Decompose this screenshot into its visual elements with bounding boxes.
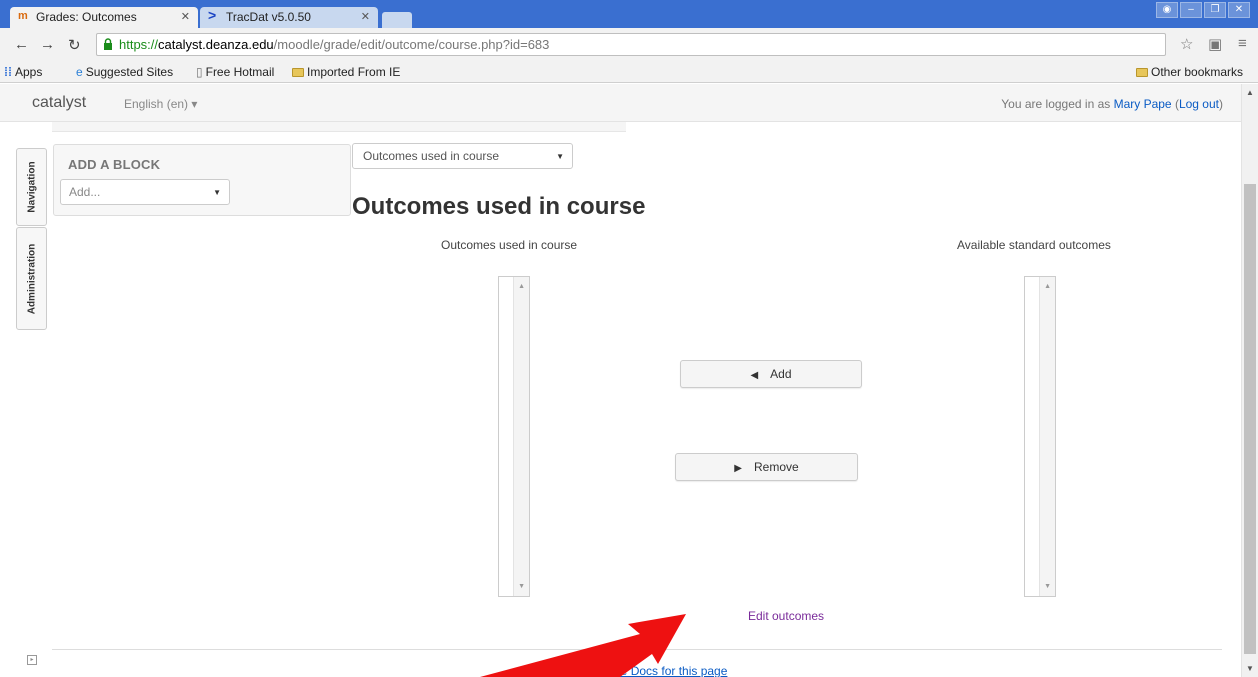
window-controls: ◉ – ❐ ✕ bbox=[1156, 2, 1250, 18]
dock-toggle-icon[interactable]: ▸ bbox=[27, 655, 37, 665]
scrollbar-thumb[interactable] bbox=[1244, 184, 1256, 654]
dock-navigation-tab[interactable]: Navigation bbox=[16, 148, 47, 226]
page-viewport: catalyst English (en) ▾ You are logged i… bbox=[0, 84, 1241, 677]
red-annotation-arrow bbox=[480, 614, 686, 677]
ie-icon: e bbox=[76, 65, 83, 79]
used-outcomes-label: Outcomes used in course bbox=[441, 238, 578, 252]
page-title: Outcomes used in course bbox=[352, 193, 646, 220]
back-icon[interactable]: ← bbox=[14, 36, 29, 53]
close-icon[interactable]: ✕ bbox=[181, 10, 190, 23]
caret-down-icon: ▼ bbox=[213, 188, 221, 197]
reload-icon[interactable]: ↻ bbox=[68, 36, 81, 54]
listbox-scrollbar[interactable] bbox=[1039, 277, 1055, 596]
bookmark-suggested-sites[interactable]: e Suggested Sites bbox=[76, 65, 173, 79]
available-outcomes-label: Available standard outcomes bbox=[957, 238, 1111, 252]
folder-icon bbox=[1136, 68, 1148, 77]
add-block-select[interactable]: Add... ▼ bbox=[60, 179, 230, 205]
url-scheme: https:// bbox=[119, 37, 159, 52]
bookmark-imported-from-ie[interactable]: Imported From IE bbox=[292, 65, 400, 79]
edit-outcomes-link[interactable]: Edit outcomes bbox=[748, 609, 824, 623]
scroll-down-icon[interactable]: ▼ bbox=[1044, 583, 1051, 590]
remove-outcome-button[interactable]: ▶ Remove bbox=[675, 453, 858, 481]
user-profile-link[interactable]: Mary Pape bbox=[1114, 97, 1172, 111]
tab-tracdat[interactable]: > TracDat v5.0.50 ✕ bbox=[200, 7, 378, 28]
folder-icon bbox=[292, 68, 304, 77]
close-icon[interactable]: ✕ bbox=[361, 10, 370, 23]
scroll-down-icon[interactable]: ▼ bbox=[1246, 664, 1254, 673]
caret-down-icon: ▼ bbox=[556, 152, 564, 161]
url-path: /moodle/grade/edit/outcome/course.php?id… bbox=[273, 37, 550, 52]
moodle-favicon-icon: m bbox=[18, 10, 28, 22]
new-tab-button[interactable] bbox=[382, 12, 412, 28]
listbox-scrollbar[interactable] bbox=[513, 277, 529, 596]
moodle-navbar: catalyst English (en) ▾ You are logged i… bbox=[0, 84, 1241, 122]
scroll-down-icon[interactable]: ▼ bbox=[518, 583, 525, 590]
bookmark-free-hotmail[interactable]: ▯ Free Hotmail bbox=[196, 65, 274, 79]
minimize-icon[interactable]: – bbox=[1180, 2, 1202, 18]
bookmark-apps[interactable]: ⁞⁞ Apps bbox=[4, 65, 42, 79]
arrow-right-icon: ▶ bbox=[734, 463, 742, 474]
site-brand[interactable]: catalyst bbox=[32, 94, 86, 112]
block-title: ADD A BLOCK bbox=[68, 157, 161, 172]
lock-icon bbox=[104, 38, 112, 50]
scroll-up-icon[interactable]: ▲ bbox=[1246, 88, 1254, 97]
close-window-icon[interactable]: ✕ bbox=[1228, 2, 1250, 18]
arrow-left-icon: ◀ bbox=[750, 370, 759, 381]
address-bar[interactable]: https://catalyst.deanza.edu/moodle/grade… bbox=[96, 33, 1166, 56]
extension-icon[interactable]: ▣ bbox=[1208, 35, 1222, 53]
add-block-panel: ADD A BLOCK Add... ▼ bbox=[53, 144, 351, 216]
tab-grades-outcomes[interactable]: m Grades: Outcomes ✕ bbox=[10, 7, 198, 28]
used-outcomes-listbox[interactable]: ▲ ▼ bbox=[498, 276, 530, 597]
language-menu[interactable]: English (en) ▾ bbox=[124, 97, 197, 111]
browser-toolbar: ← → ↻ https://catalyst.deanza.edu/moodle… bbox=[0, 28, 1258, 63]
tab-label: TracDat v5.0.50 bbox=[226, 10, 311, 24]
logout-link[interactable]: Log out bbox=[1179, 97, 1219, 111]
browser-tabstrip: m Grades: Outcomes ✕ > TracDat v5.0.50 ✕… bbox=[0, 0, 1258, 28]
breadcrumb-strip bbox=[52, 122, 626, 132]
scroll-up-icon[interactable]: ▲ bbox=[1044, 283, 1051, 290]
scroll-up-icon[interactable]: ▲ bbox=[518, 283, 525, 290]
add-outcome-button[interactable]: ◀ Add bbox=[680, 360, 862, 388]
apps-grid-icon: ⁞⁞ bbox=[4, 65, 12, 79]
login-info: You are logged in as Mary Pape (Log out) bbox=[1001, 97, 1223, 111]
menu-icon[interactable]: ≡ bbox=[1238, 35, 1247, 52]
user-icon[interactable]: ◉ bbox=[1156, 2, 1178, 18]
dock-administration-tab[interactable]: Administration bbox=[16, 227, 47, 330]
forward-icon[interactable]: → bbox=[40, 36, 55, 53]
page-scrollbar[interactable]: ▲ ▼ bbox=[1241, 84, 1258, 677]
bookmarks-bar: ⁞⁞ Apps e Suggested Sites ▯ Free Hotmail Im… bbox=[0, 63, 1258, 83]
maximize-icon[interactable]: ❐ bbox=[1204, 2, 1226, 18]
star-bookmark-icon[interactable]: ☆ bbox=[1180, 35, 1193, 53]
outcomes-view-select[interactable]: Outcomes used in course ▼ bbox=[352, 143, 573, 169]
available-outcomes-listbox[interactable]: ▲ ▼ bbox=[1024, 276, 1056, 597]
page-icon: ▯ bbox=[196, 65, 203, 79]
tracdat-favicon-icon: > bbox=[208, 7, 217, 23]
url-host: catalyst.deanza.edu bbox=[158, 37, 274, 52]
other-bookmarks[interactable]: Other bookmarks bbox=[1136, 65, 1243, 79]
tab-label: Grades: Outcomes bbox=[36, 10, 137, 24]
